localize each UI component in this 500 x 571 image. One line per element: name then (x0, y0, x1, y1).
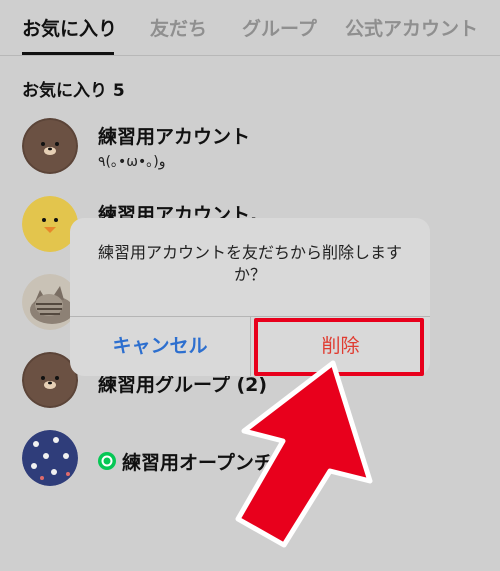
brown-bear-icon (22, 118, 78, 174)
status-message: ٩(｡•ω•｡)و (98, 154, 166, 170)
contact-name: 練習用アカウント (98, 126, 251, 148)
pattern-icon (22, 430, 78, 486)
active-tab-indicator (22, 52, 114, 55)
avatar (22, 430, 78, 486)
list-item[interactable]: 練習用アカウント ٩(｡•ω•｡)و (0, 118, 500, 188)
tab-friends[interactable]: 友だち (150, 14, 207, 41)
section-title: お気に入り 5 (22, 81, 125, 101)
tab-favorites[interactable]: お気に入り (22, 14, 117, 41)
delete-highlight-box (254, 318, 424, 376)
list-item[interactable]: 練習用オープンチャット (0, 430, 500, 500)
tab-groups[interactable]: グループ (242, 14, 317, 41)
friend-tabs: お気に入り 友だち グループ 公式アカウント (0, 0, 500, 56)
avatar (22, 118, 78, 174)
cancel-button[interactable]: キャンセル (70, 317, 250, 376)
tab-official-accounts[interactable]: 公式アカウント (345, 14, 478, 41)
dialog-message: 練習用アカウントを友だちから削除しますか？ (97, 243, 402, 284)
openchat-name: 練習用オープンチャット (122, 452, 330, 474)
openchat-icon (98, 452, 116, 470)
